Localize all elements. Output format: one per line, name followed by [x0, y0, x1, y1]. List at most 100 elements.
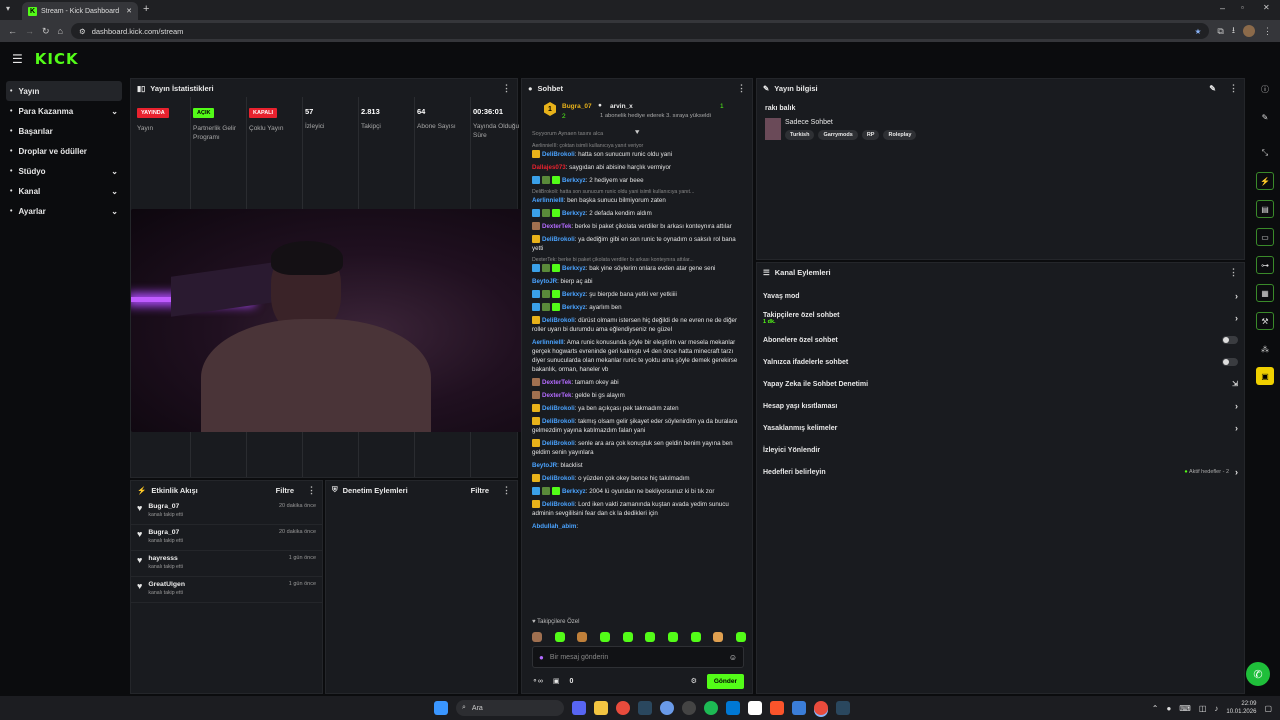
- mic-icon[interactable]: ●: [539, 653, 544, 662]
- volume-icon[interactable]: ♪: [1214, 704, 1218, 713]
- channel-action-row[interactable]: Yalnızca ifadelerle sohbet: [757, 351, 1244, 373]
- chat-settings-icon[interactable]: ⚙: [691, 677, 697, 685]
- mic-tray-icon[interactable]: ●: [1166, 704, 1171, 713]
- notion-icon[interactable]: [748, 701, 762, 715]
- tab-search-icon[interactable]: ▾: [6, 4, 10, 13]
- browser-menu-icon[interactable]: ⋮: [1263, 26, 1272, 37]
- sidebar-item-4[interactable]: • Stüdyo ⌄: [6, 161, 122, 181]
- chat-message[interactable]: DeliBrokoli: takmış olsam gelir şikayet …: [532, 417, 748, 435]
- toggle-switch[interactable]: [1222, 358, 1238, 366]
- chat-input[interactable]: ● Bir mesaj gönderin ☺: [532, 646, 744, 668]
- channel-action-row[interactable]: Yapay Zeka ile Sohbet Denetimi ⇲: [757, 373, 1244, 395]
- kick-logo[interactable]: KICK: [35, 50, 79, 68]
- chat-menu-icon[interactable]: ⋮: [737, 83, 746, 94]
- clapper-rail-icon[interactable]: ▣: [1256, 367, 1274, 385]
- channel-action-row[interactable]: Hedefleri belirleyin ● Aktif hedefler - 2…: [757, 461, 1244, 483]
- stream-tag[interactable]: Turkish: [785, 130, 815, 140]
- new-tab-icon[interactable]: +: [143, 3, 149, 15]
- chat-username[interactable]: DexterTek: [542, 223, 571, 230]
- chat-message[interactable]: DexterTek: berke bi paket çikolata verdi…: [532, 222, 748, 231]
- chat-message[interactable]: DeliBrokoli: dürüst olmamı istersen hiç …: [532, 316, 748, 334]
- chat-username[interactable]: Berkxyz: [562, 488, 586, 495]
- chat-message[interactable]: Berkxyz: 2004 lü oyundan ne bekliyorsunu…: [532, 487, 748, 496]
- chat-username[interactable]: Berkxyz: [562, 210, 586, 217]
- stream-preview-video[interactable]: [131, 209, 527, 432]
- chat-message[interactable]: BeytoJR: bierp aç abi: [532, 277, 748, 286]
- chat-username[interactable]: DeliBrokoli: [542, 405, 575, 412]
- stream-info-menu-icon[interactable]: ⋮: [1229, 83, 1238, 94]
- toggle-switch[interactable]: [1222, 336, 1238, 344]
- chat-message[interactable]: DexterTek: tamam okey abi: [532, 378, 748, 387]
- chat-message[interactable]: DexterTek: berke bi paket çikolata verdi…: [532, 257, 748, 273]
- steam-icon[interactable]: [638, 701, 652, 715]
- hamburger-menu-icon[interactable]: ☰: [12, 52, 23, 66]
- chat-username[interactable]: DeliBrokoli: [542, 418, 575, 425]
- chat-message[interactable]: DeliBrokoli: senle ara ara çok konuştuk …: [532, 439, 748, 457]
- chat-username[interactable]: Berkxyz: [562, 177, 586, 184]
- chat-username[interactable]: AerlinnieIII: [532, 339, 564, 346]
- chat-message[interactable]: Berkxyz: 2 hediyem var beee: [532, 176, 748, 185]
- emote-icon[interactable]: [554, 632, 565, 642]
- clock[interactable]: 22:09 10.01.2026: [1226, 700, 1256, 716]
- chat-message[interactable]: DeliBrokoli: o yüzden çok okey bence hiç…: [532, 474, 748, 483]
- chat-username[interactable]: Dallajes073: [532, 164, 566, 171]
- chat-username[interactable]: DexterTek: [542, 379, 571, 386]
- activity-menu-icon[interactable]: ⋮: [307, 485, 316, 496]
- chat-username[interactable]: DeliBrokoli: [542, 440, 575, 447]
- forward-icon[interactable]: →: [25, 26, 34, 36]
- sidebar-item-6[interactable]: • Ayarlar ⌄: [6, 201, 122, 221]
- chat-username[interactable]: DeliBrokoli: [542, 151, 575, 158]
- chat-username[interactable]: DeliBrokoli: [542, 317, 575, 324]
- chrome-icon[interactable]: [616, 701, 630, 715]
- minimize-icon[interactable]: –: [1220, 3, 1225, 13]
- channel-action-row[interactable]: Yasaklanmış kelimeler ›: [757, 417, 1244, 439]
- emote-icon[interactable]: [577, 632, 588, 642]
- edit-icon[interactable]: ✎: [1209, 84, 1216, 93]
- app-icon[interactable]: [660, 701, 674, 715]
- notification-icon[interactable]: ▢: [1264, 704, 1272, 713]
- extensions-icon[interactable]: ⧉: [1217, 26, 1223, 37]
- app2-icon[interactable]: [792, 701, 806, 715]
- support-chat-icon[interactable]: ✆: [1246, 662, 1270, 686]
- chat-message[interactable]: Dallajes073: saygıdan abi abisine harçlı…: [532, 163, 748, 172]
- chat-username[interactable]: DeliBrokoli: [542, 475, 575, 482]
- points-icon[interactable]: ⚬∞: [532, 677, 543, 685]
- chat-message[interactable]: AerlinnieIII: Ama runic konusunda şöyle …: [532, 338, 748, 374]
- send-button[interactable]: Gönder: [706, 673, 744, 689]
- channel-action-row[interactable]: Hesap yaşı kısıtlaması ›: [757, 395, 1244, 417]
- stream-tag[interactable]: RP: [861, 130, 880, 140]
- chat-username[interactable]: DeliBrokoli: [542, 236, 575, 243]
- chat-username[interactable]: AerlinnieIII: [532, 197, 564, 204]
- channel-actions-menu-icon[interactable]: ⋮: [1229, 267, 1238, 278]
- share-rail-icon[interactable]: ⁂: [1256, 340, 1274, 358]
- taskbar-search[interactable]: ⌕ Ara: [456, 700, 564, 716]
- sidebar-item-3[interactable]: • Droplar ve ödüller: [6, 141, 122, 161]
- chrome-active-icon[interactable]: [814, 701, 828, 715]
- windows-start-icon[interactable]: [434, 701, 448, 715]
- emote-icon[interactable]: [690, 632, 701, 642]
- channel-action-row[interactable]: Yavaş mod ›: [757, 285, 1244, 307]
- chat-message[interactable]: DeliBrokoli: ya ben açıkçası pek takmadı…: [532, 404, 748, 413]
- channel-action-row[interactable]: Takipçilere özel sohbet 1 dk. ›: [757, 307, 1244, 329]
- chat-message[interactable]: Berkxyz: ayarlım ben: [532, 303, 748, 312]
- chat-username[interactable]: Berkxyz: [562, 265, 586, 272]
- download-icon[interactable]: ⭳: [1232, 23, 1235, 39]
- spotify-icon[interactable]: [704, 701, 718, 715]
- stats-menu-icon[interactable]: ⋮: [502, 83, 511, 94]
- stream-tag[interactable]: Garrymods: [818, 130, 858, 140]
- chat-username[interactable]: BeytoJR: [532, 278, 557, 285]
- vscode-icon[interactable]: [726, 701, 740, 715]
- emote-icon[interactable]: [645, 632, 656, 642]
- channel-action-row[interactable]: Abonelere özel sohbet: [757, 329, 1244, 351]
- home-icon[interactable]: ⌂: [58, 26, 63, 36]
- close-window-icon[interactable]: ✕: [1263, 3, 1270, 12]
- discord-icon[interactable]: [572, 701, 586, 715]
- chat-username[interactable]: Abdullah_abim: [532, 523, 576, 530]
- moderation-filter-button[interactable]: Filtre: [471, 486, 489, 495]
- emote-icon[interactable]: [667, 632, 678, 642]
- site-info-icon[interactable]: ⚙: [79, 27, 86, 36]
- brave-icon[interactable]: [770, 701, 784, 715]
- activity-filter-button[interactable]: Filtre: [276, 486, 294, 495]
- sidebar-item-2[interactable]: • Başarılar: [6, 121, 122, 141]
- back-icon[interactable]: ←: [8, 26, 17, 36]
